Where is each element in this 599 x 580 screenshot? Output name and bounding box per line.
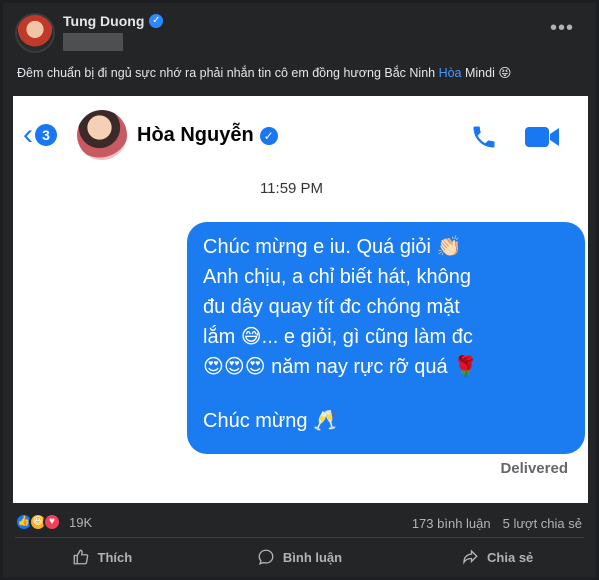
comment-label: Bình luận xyxy=(282,549,343,565)
post-actions: Thích Bình luận Chia sẻ xyxy=(3,543,596,571)
comment-button[interactable]: Bình luận xyxy=(201,543,399,571)
message-line: lắm 😅... e giỏi, gì cũng làm đc xyxy=(203,326,473,348)
caption-mention-link[interactable]: Hòa xyxy=(439,66,462,80)
message-line: đu dây quay tít đc chóng mặt xyxy=(203,296,460,318)
divider xyxy=(15,537,584,538)
post-stats: 173 bình luận 5 lượt chia sẻ xyxy=(412,516,582,531)
video-call-icon xyxy=(525,127,559,147)
share-icon xyxy=(463,549,478,565)
message-line: Anh chịu, a chỉ biết hát, không xyxy=(203,266,471,288)
thumbs-up-icon xyxy=(73,549,88,565)
verified-icon: ✓ xyxy=(259,126,278,145)
author-name-row: Tung Duong ✓ xyxy=(63,13,164,29)
reactions-summary[interactable]: 👍 😆 ♥ 19K xyxy=(15,513,92,531)
verified-icon: ✓ xyxy=(149,14,164,28)
post-caption: Đêm chuẩn bị đi ngủ sực nhớ ra phải nhắn… xyxy=(17,65,511,80)
messenger-screenshot[interactable]: ‹ 3 Hòa Nguyễn ✓ 11:59 PM Chúc mừng e iu… xyxy=(13,96,588,503)
chevron-left-icon: ‹ xyxy=(23,118,33,151)
message-line: Chúc mừng e iu. Quá giỏi 👏🏻 xyxy=(203,236,462,258)
shares-count[interactable]: 5 lượt chia sẻ xyxy=(503,516,582,531)
caption-text: Đêm chuẩn bị đi ngủ sực nhớ ra phải nhắn… xyxy=(17,66,439,80)
more-options-button[interactable]: ••• xyxy=(550,17,574,40)
post-header: Tung Duong ✓ ••• Đêm chuẩn bị đi ngủ sực… xyxy=(3,3,596,103)
post-meta-redacted xyxy=(63,33,123,51)
share-button[interactable]: Chia sẻ xyxy=(398,543,596,571)
contact-name-row: Hòa Nguyễn ✓ xyxy=(137,124,278,147)
caption-text-end: Mindi 😝 xyxy=(461,66,512,80)
delivery-status: Delivered xyxy=(500,460,568,477)
message-bubble: Chúc mừng e iu. Quá giỏi 👏🏻 Anh chịu, a … xyxy=(187,222,585,454)
like-button[interactable]: Thích xyxy=(3,543,201,571)
reaction-count: 19K xyxy=(69,514,93,530)
share-label: Chia sẻ xyxy=(487,549,534,565)
facebook-post: Tung Duong ✓ ••• Đêm chuẩn bị đi ngủ sực… xyxy=(0,0,599,580)
contact-avatar xyxy=(77,110,127,160)
author-avatar[interactable] xyxy=(15,13,55,53)
comment-icon xyxy=(258,549,274,565)
message-line: 😍😍😍 năm nay rực rỡ quá 🌹 xyxy=(203,356,479,378)
comments-count[interactable]: 173 bình luận xyxy=(412,516,491,531)
back-button: ‹ 3 xyxy=(23,120,57,150)
phone-icon xyxy=(473,126,495,148)
message-line: Chúc mừng 🥂 xyxy=(203,410,338,432)
contact-name: Hòa Nguyễn xyxy=(137,124,254,146)
author-name[interactable]: Tung Duong xyxy=(63,13,144,29)
like-label: Thích xyxy=(97,549,133,565)
message-timestamp: 11:59 PM xyxy=(259,180,324,197)
unread-count-badge: 3 xyxy=(35,124,57,146)
love-reaction-icon: ♥ xyxy=(43,513,61,531)
